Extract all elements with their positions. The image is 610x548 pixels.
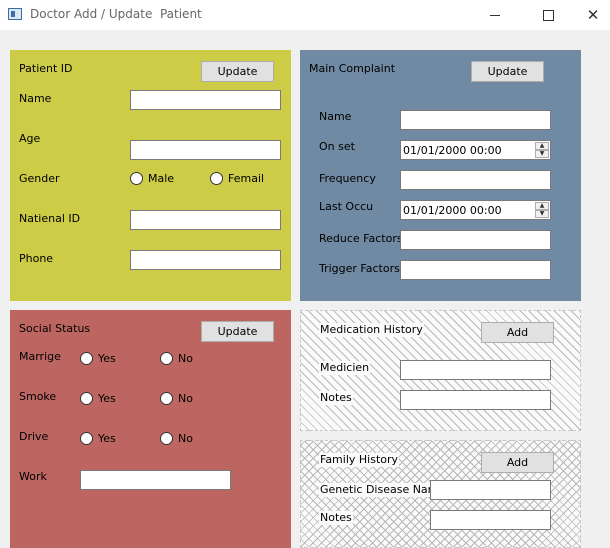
drive-yes-radio[interactable]: Yes	[80, 432, 116, 445]
patient-update-button[interactable]: Update	[201, 61, 274, 82]
frequency-label: Frequency	[319, 172, 376, 185]
app-icon	[8, 8, 22, 20]
onset-label: On set	[319, 140, 355, 153]
maximize-button[interactable]	[525, 0, 571, 30]
complaint-name-label: Name	[319, 110, 352, 123]
name-input[interactable]	[130, 90, 281, 110]
main-complaint-title: Main Complaint	[309, 62, 396, 75]
complaint-name-input[interactable]	[400, 110, 551, 130]
smoke-no-radio[interactable]: No	[160, 392, 193, 405]
smoke-yes-circle[interactable]	[80, 392, 93, 405]
patient-id-label: Patient ID	[19, 62, 73, 75]
social-status-panel: Social Status Update Marrige Yes No Smok…	[10, 310, 291, 548]
onset-up-icon[interactable]: ▲	[535, 142, 549, 150]
drive-no-label: No	[178, 432, 193, 445]
medication-add-button[interactable]: Add	[481, 322, 554, 343]
trigger-factors-input[interactable]	[400, 260, 551, 280]
marriage-yes-circle[interactable]	[80, 352, 93, 365]
complaint-update-button[interactable]: Update	[471, 61, 544, 82]
medication-notes-input[interactable]	[400, 390, 551, 410]
male-label: Male	[148, 172, 175, 185]
female-radio-circle[interactable]	[210, 172, 223, 185]
gender-label: Gender	[19, 172, 60, 185]
genetic-disease-label: Genetic Disease Name	[319, 483, 447, 497]
title-bar: Doctor Add / Update Patient ✕	[0, 0, 610, 30]
minimize-button[interactable]	[472, 0, 518, 30]
last-occu-down-icon[interactable]: ▼	[535, 210, 549, 218]
drive-label: Drive	[19, 430, 49, 443]
reduce-factors-input[interactable]	[400, 230, 551, 250]
medicine-input[interactable]	[400, 360, 551, 380]
medicine-label: Medicien	[319, 361, 371, 375]
onset-down-icon[interactable]: ▼	[535, 150, 549, 158]
gender-female-radio[interactable]: Femail	[210, 172, 264, 185]
drive-yes-circle[interactable]	[80, 432, 93, 445]
male-radio-circle[interactable]	[130, 172, 143, 185]
name-label: Name	[19, 92, 52, 105]
last-occu-datetime[interactable]: 01/01/2000 00:00 ▲ ▼	[400, 200, 551, 220]
marriage-no-radio[interactable]: No	[160, 352, 193, 365]
smoke-label: Smoke	[19, 390, 57, 403]
family-history-title: Family History	[319, 453, 400, 467]
frequency-input[interactable]	[400, 170, 551, 190]
last-occu-up-icon[interactable]: ▲	[535, 202, 549, 210]
smoke-no-circle[interactable]	[160, 392, 173, 405]
smoke-yes-radio[interactable]: Yes	[80, 392, 116, 405]
drive-no-radio[interactable]: No	[160, 432, 193, 445]
patient-panel: Patient ID Update Name Age Gender Male F…	[10, 50, 291, 301]
female-label: Femail	[228, 172, 265, 185]
last-occu-label: Last Occu	[319, 200, 374, 213]
genetic-disease-input[interactable]	[430, 480, 551, 500]
trigger-factors-label: Trigger Factors	[319, 262, 400, 275]
national-id-input[interactable]	[130, 210, 281, 230]
gender-male-radio[interactable]: Male	[130, 172, 174, 185]
family-add-button[interactable]: Add	[481, 452, 554, 473]
reduce-factors-label: Reduce Factors	[319, 232, 403, 245]
work-input[interactable]	[80, 470, 231, 490]
family-notes-label: Notes	[319, 511, 353, 525]
marriage-no-circle[interactable]	[160, 352, 173, 365]
family-history-panel: Family History Add Genetic Disease Name …	[300, 440, 581, 548]
smoke-no-label: No	[178, 392, 193, 405]
work-label: Work	[19, 470, 47, 483]
social-status-title: Social Status	[19, 322, 91, 335]
phone-label: Phone	[19, 252, 54, 265]
drive-no-circle[interactable]	[160, 432, 173, 445]
close-button[interactable]: ✕	[570, 0, 610, 30]
marriage-label: Marrige	[19, 350, 61, 363]
age-input[interactable]	[130, 140, 281, 160]
drive-yes-label: Yes	[98, 432, 116, 445]
last-occu-value: 01/01/2000 00:00	[403, 204, 502, 217]
medication-history-title: Medication History	[319, 323, 424, 337]
national-id-label: Natienal ID	[19, 212, 81, 225]
medication-history-panel: Medication History Add Medicien Notes	[300, 310, 581, 431]
medication-notes-label: Notes	[319, 391, 353, 405]
age-label: Age	[19, 132, 41, 145]
marriage-no-label: No	[178, 352, 193, 365]
smoke-yes-label: Yes	[98, 392, 116, 405]
window-title: Doctor Add / Update Patient	[30, 7, 202, 21]
onset-value: 01/01/2000 00:00	[403, 144, 502, 157]
main-complaint-panel: Main Complaint Update Name On set 01/01/…	[300, 50, 581, 301]
last-occu-spinner[interactable]: ▲ ▼	[535, 202, 549, 218]
family-notes-input[interactable]	[430, 510, 551, 530]
phone-input[interactable]	[130, 250, 281, 270]
social-update-button[interactable]: Update	[201, 321, 274, 342]
marriage-yes-label: Yes	[98, 352, 116, 365]
marriage-yes-radio[interactable]: Yes	[80, 352, 116, 365]
onset-spinner[interactable]: ▲ ▼	[535, 142, 549, 158]
onset-datetime[interactable]: 01/01/2000 00:00 ▲ ▼	[400, 140, 551, 160]
